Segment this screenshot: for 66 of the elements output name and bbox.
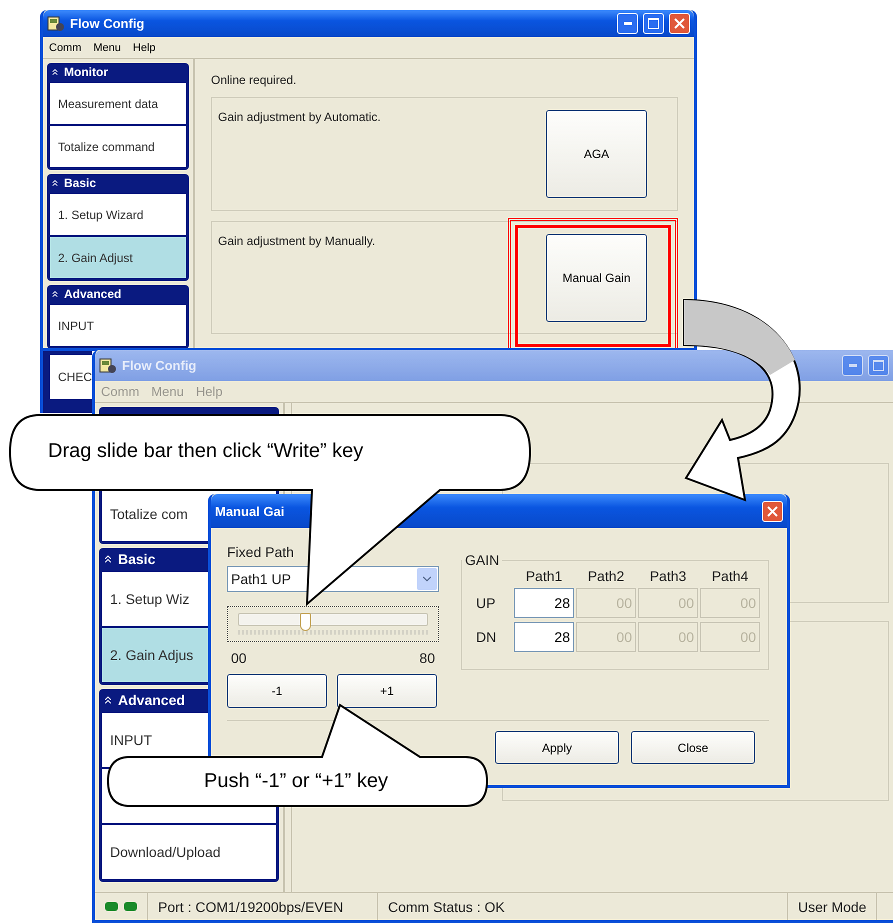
action-button[interactable]: AGA (546, 110, 647, 198)
notice-text: Online required. (211, 73, 298, 87)
collapse-icon[interactable] (102, 553, 114, 565)
maximize-icon (873, 360, 884, 371)
close-icon (674, 18, 685, 29)
section-title: Advanced (64, 287, 122, 301)
action-button[interactable]: Manual Gain (546, 234, 647, 322)
sidebar-item[interactable]: 2. Gain Adjust (50, 237, 186, 278)
dialog-button[interactable]: Apply (495, 731, 619, 764)
field-label: Fixed Path (227, 544, 295, 560)
close-button[interactable] (669, 13, 690, 34)
gain-input[interactable]: 28 (514, 588, 574, 618)
gain-slider[interactable] (227, 606, 439, 642)
collapse-icon[interactable] (50, 289, 60, 299)
callout-text: Push “-1” or “+1” key (204, 770, 388, 793)
menu-item[interactable]: Help (132, 42, 156, 54)
comm-status: Comm Status : OK (378, 893, 788, 920)
sidebar-item[interactable]: INPUT (50, 305, 186, 346)
sidebar-item[interactable]: CHEC (50, 355, 92, 399)
column-header: Path3 (648, 568, 688, 584)
column-header: Path2 (586, 568, 626, 584)
window-title: Flow Config (122, 358, 198, 373)
app-icon (99, 356, 117, 374)
group-label: Gain adjustment by Automatic. (218, 110, 381, 126)
minimize-button[interactable] (842, 355, 863, 376)
collapse-icon[interactable] (50, 67, 60, 77)
section-title: Basic (118, 551, 156, 567)
minimize-button[interactable] (617, 13, 638, 34)
maximize-icon (648, 18, 659, 29)
close-icon (767, 506, 778, 516)
collapse-icon[interactable] (50, 178, 60, 188)
step-button[interactable]: +1 (337, 674, 437, 708)
group-label: Gain adjustment by Manually. (218, 234, 376, 250)
step-button[interactable]: -1 (227, 674, 327, 708)
row-label: UP (476, 595, 496, 611)
app-icon (47, 14, 65, 32)
sidebar-item[interactable]: Measurement data (50, 83, 186, 124)
close-button[interactable] (762, 500, 783, 522)
section-title: Advanced (118, 692, 185, 708)
menu-item[interactable]: Comm (49, 42, 82, 54)
sidebar-item[interactable]: Download/Upload (102, 825, 276, 879)
row-label: DN (476, 629, 498, 645)
column-header: Path4 (710, 568, 750, 584)
status-led-icon (105, 902, 118, 911)
column-header: Path1 (524, 568, 564, 584)
window-title: Flow Config (70, 16, 146, 31)
section-title: Monitor (64, 65, 108, 79)
min-value: 00 (231, 650, 247, 666)
menu-item[interactable]: Menu (93, 42, 121, 54)
slider-thumb[interactable] (300, 613, 311, 631)
gain-input[interactable]: 28 (514, 622, 574, 652)
section-title: Basic (64, 176, 96, 190)
maximize-button[interactable] (868, 355, 889, 376)
sidebar-item[interactable]: Totalize command (50, 126, 186, 167)
group-title: GAIN (464, 552, 500, 568)
collapse-icon[interactable] (102, 694, 114, 706)
sidebar-item[interactable]: 1. Setup Wizard (50, 194, 186, 235)
user-mode: User Mode (788, 893, 878, 920)
callout-text: Drag slide bar then click “Write” key (48, 440, 364, 463)
dialog-button[interactable]: Close (631, 731, 755, 764)
minimize-icon (624, 22, 632, 25)
status-led-icon (124, 902, 137, 911)
minimize-icon (848, 364, 856, 367)
port-status: Port : COM1/19200bps/EVEN (148, 893, 378, 920)
max-value: 80 (419, 650, 435, 666)
maximize-button[interactable] (643, 13, 664, 34)
